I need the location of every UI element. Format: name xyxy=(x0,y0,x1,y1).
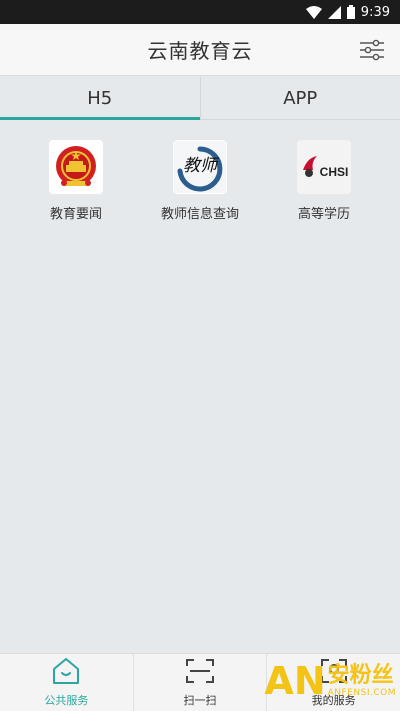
my-service-icon xyxy=(318,657,350,689)
bottom-nav: 公共服务 扫一扫 我的服务 xyxy=(0,653,400,711)
app-education-news[interactable]: 教育要闻 xyxy=(21,140,131,222)
tab-app[interactable]: APP xyxy=(199,77,400,119)
national-emblem-icon xyxy=(49,140,103,194)
tab-label: H5 xyxy=(87,87,113,109)
page-title: 云南教育云 xyxy=(147,39,253,63)
chsi-icon-text: CHSI xyxy=(320,165,349,179)
app-label: 教师信息查询 xyxy=(160,207,239,222)
battery-icon xyxy=(346,5,355,19)
signal-icon xyxy=(327,5,341,19)
scan-icon xyxy=(184,657,216,689)
nav-label: 扫一扫 xyxy=(183,694,217,707)
status-time: 9:39 xyxy=(360,4,390,20)
teacher-icon-text: 教师 xyxy=(183,156,220,176)
filter-sliders-icon[interactable] xyxy=(358,36,386,64)
nav-my-service[interactable]: 我的服务 xyxy=(266,654,400,711)
app-label: 教育要闻 xyxy=(49,207,102,222)
nav-label: 公共服务 xyxy=(44,694,89,707)
app-label: 高等学历 xyxy=(297,207,350,222)
nav-public-service[interactable]: 公共服务 xyxy=(0,654,133,711)
home-icon xyxy=(50,657,82,689)
teacher-calligraphy-icon: 教师 xyxy=(173,140,227,194)
tab-h5[interactable]: H5 xyxy=(0,77,200,120)
nav-label: 我的服务 xyxy=(311,694,356,707)
wifi-icon xyxy=(305,5,322,19)
app-grid: 教育要闻 教师 教师信息查询 CHSI 高等学历 xyxy=(0,140,400,222)
tab-bar: H5 APP xyxy=(0,77,400,120)
chsi-logo-icon: CHSI xyxy=(297,140,351,194)
app-teacher-query[interactable]: 教师 教师信息查询 xyxy=(145,140,255,222)
tab-label: APP xyxy=(283,87,318,109)
app-header: 云南教育云 xyxy=(0,24,400,76)
nav-scan[interactable]: 扫一扫 xyxy=(132,654,267,711)
status-bar: 9:39 xyxy=(0,0,400,24)
app-higher-education[interactable]: CHSI 高等学历 xyxy=(269,140,379,222)
